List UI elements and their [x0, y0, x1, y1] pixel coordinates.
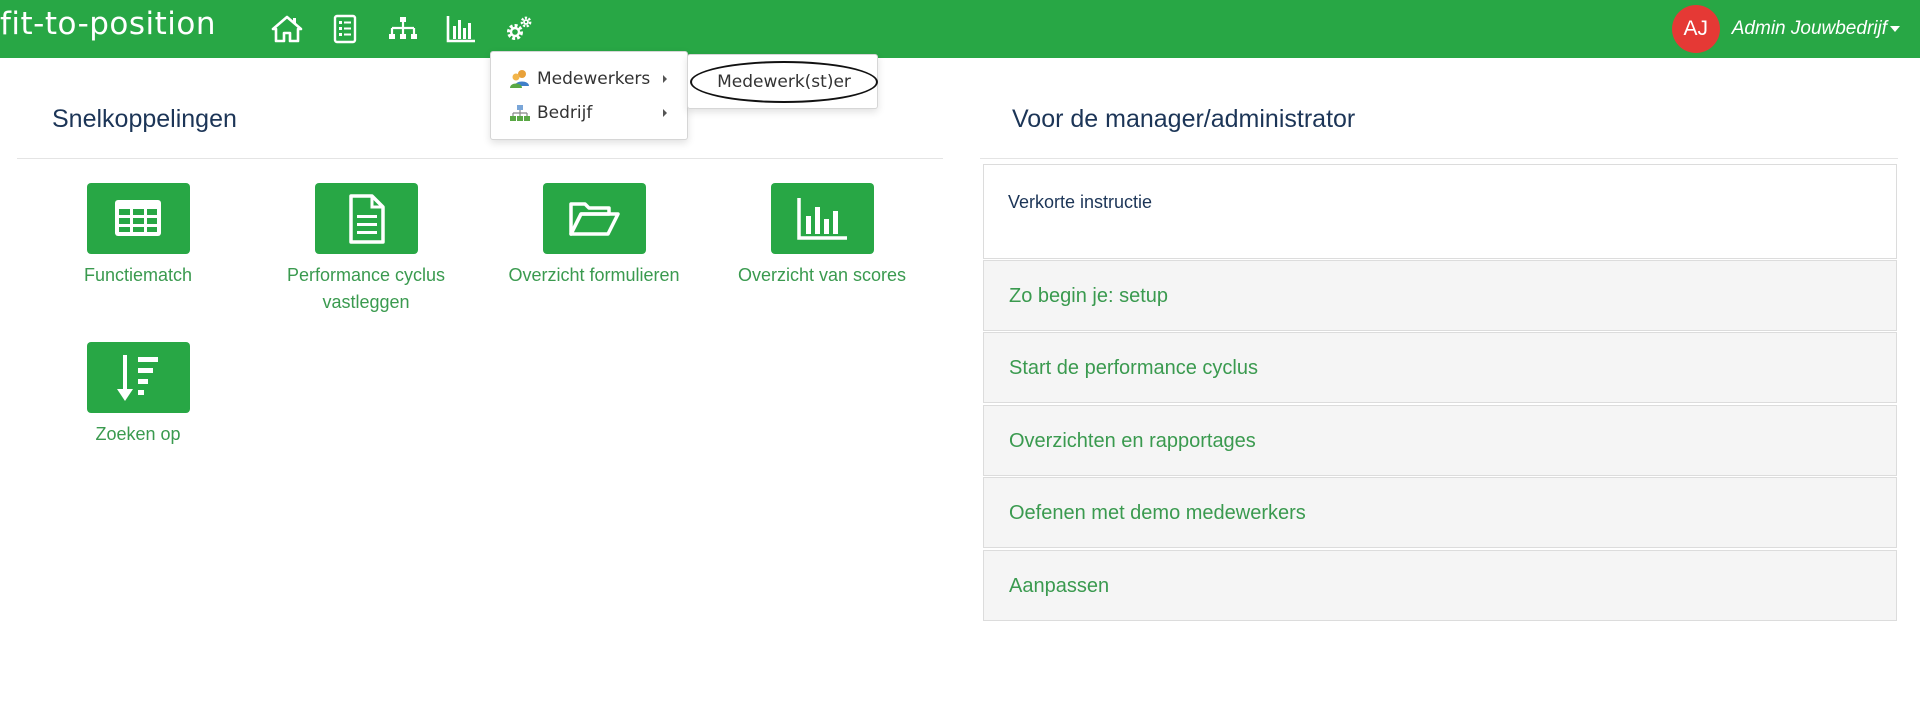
chevron-right-icon: [663, 75, 667, 83]
sort-desc-icon: [117, 354, 158, 401]
document-icon: [349, 193, 385, 244]
tile-button[interactable]: [542, 183, 646, 254]
instruction-text: Verkorte instructie: [1008, 192, 1153, 212]
org-chart-icon[interactable]: [386, 12, 420, 46]
chevron-right-icon: [663, 109, 667, 117]
menu-item-bedrijf[interactable]: Bedrijf: [509, 99, 679, 127]
divider: [17, 158, 943, 159]
company-icon: [510, 105, 530, 121]
tile-button[interactable]: [770, 183, 874, 254]
users-icon: [510, 70, 529, 88]
accordion-item-aanpassen[interactable]: Aanpassen: [983, 550, 1897, 621]
menu-item-label: Bedrijf: [537, 103, 593, 123]
manager-title: Voor de manager/administrator: [1012, 105, 1356, 133]
accordion-label: Start de performance cyclus: [1009, 357, 1258, 379]
divider: [980, 158, 1898, 159]
user-name: Admin Jouwbedrijf: [1731, 18, 1887, 39]
tile-label: Performance cyclus vastleggen: [286, 265, 446, 312]
tile-overzicht-formulieren[interactable]: Overzicht formulieren: [504, 183, 684, 289]
menu-item-label: Medewerkers: [537, 69, 651, 89]
instruction-panel: Verkorte instructie: [983, 164, 1897, 259]
tile-label: Functiematch: [83, 265, 193, 285]
bar-chart-icon[interactable]: [444, 12, 478, 46]
gears-icon[interactable]: [502, 12, 536, 46]
tile-button[interactable]: [86, 342, 190, 413]
tile-button[interactable]: [86, 183, 190, 254]
tile-label: Overzicht van scores: [737, 265, 907, 285]
tile-performance-cyclus[interactable]: Performance cyclus vastleggen: [276, 183, 456, 316]
medewerkers-submenu: Medewerk(st)er: [687, 54, 878, 109]
tile-label: Overzicht formulieren: [508, 265, 680, 285]
accordion-label: Overzichten en rapportages: [1009, 430, 1256, 452]
accordion-label: Aanpassen: [1009, 575, 1110, 597]
accordion-item-demo[interactable]: Oefenen met demo medewerkers: [983, 477, 1897, 548]
chevron-down-icon: [1890, 26, 1900, 32]
accordion-item-rapportages[interactable]: Overzichten en rapportages: [983, 405, 1897, 476]
accordion-item-setup[interactable]: Zo begin je: setup: [983, 260, 1897, 331]
accordion-label: Oefenen met demo medewerkers: [1009, 502, 1306, 524]
list-icon[interactable]: [328, 12, 362, 46]
tile-overzicht-scores[interactable]: Overzicht van scores: [732, 183, 912, 289]
user-menu[interactable]: AJ Admin Jouwbedrijf: [1671, 5, 1900, 53]
tile-label: Zoeken op: [95, 424, 181, 444]
menu-item-medewerkers[interactable]: Medewerkers: [509, 65, 679, 93]
table-icon: [115, 199, 161, 236]
tile-button[interactable]: [314, 183, 418, 254]
tile-functiematch[interactable]: Functiematch: [48, 183, 228, 289]
brand-logo[interactable]: fit-to-position: [0, 6, 216, 42]
home-icon[interactable]: [270, 12, 304, 46]
tile-zoeken-op[interactable]: Zoeken op: [48, 342, 228, 448]
top-navbar: fit-to-position AJ Admin Jouwbedrijf: [0, 0, 1920, 58]
accordion-label: Zo begin je: setup: [1009, 285, 1168, 307]
avatar: AJ: [1671, 5, 1720, 53]
bar-chart-icon: [797, 197, 847, 240]
accordion-item-performance[interactable]: Start de performance cyclus: [983, 332, 1897, 403]
submenu-item-medewerker[interactable]: Medewerk(st)er: [690, 61, 878, 103]
submenu-item-label: Medewerk(st)er: [717, 72, 851, 92]
settings-dropdown: Medewerkers Bedrijf: [490, 51, 688, 140]
shortcuts-title: Snelkoppelingen: [52, 105, 237, 133]
folder-open-icon: [569, 201, 620, 236]
